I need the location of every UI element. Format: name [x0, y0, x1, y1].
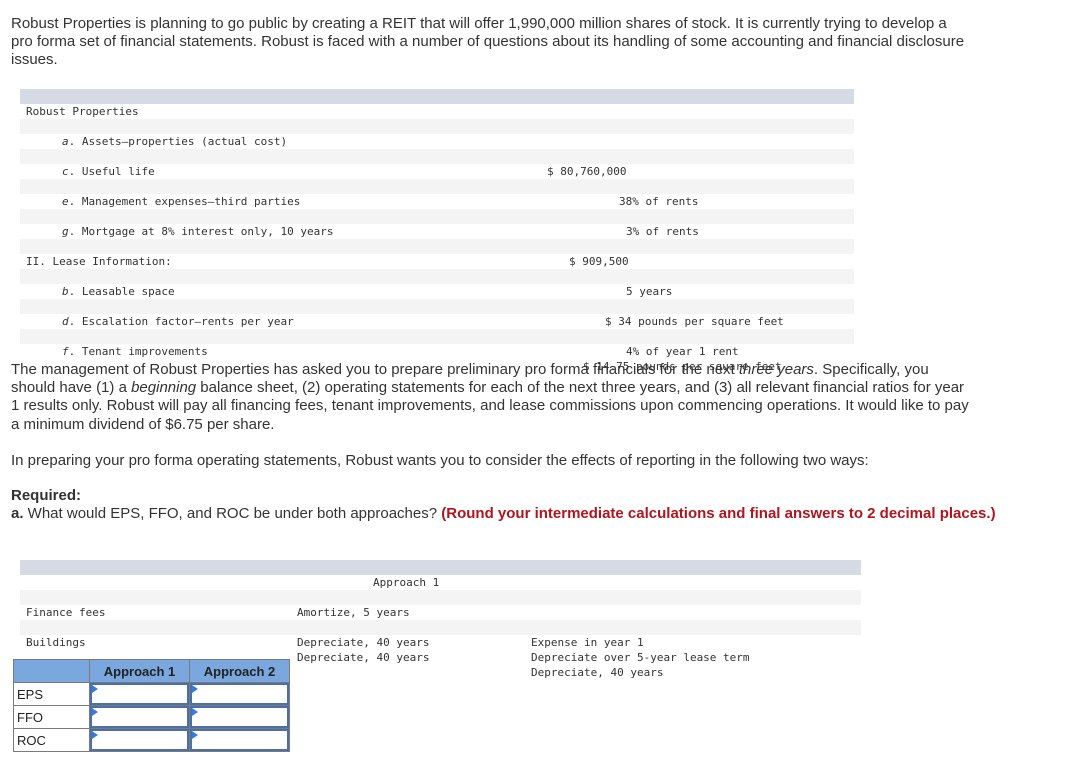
emphasis: three years	[738, 361, 814, 378]
ffo-approach-2-input[interactable]	[190, 706, 289, 728]
info-row: h. Financing fees $ 909,500	[20, 224, 854, 268]
approach-1-value: Depreciate, 40 years	[297, 636, 430, 649]
answer-grid-header: Approach 1 Approach 2	[13, 659, 290, 683]
approach-2-column-header: Approach 2	[189, 659, 290, 683]
approaches-row: Tenant improvements Depreciate, 40 years…	[20, 605, 861, 664]
roc-approach-2-input[interactable]	[190, 729, 289, 751]
approaches-header-row: Approach 1 Approach 2	[20, 560, 861, 604]
input-marker-icon	[92, 708, 98, 716]
input-marker-icon	[192, 731, 198, 739]
item-name: Buildings	[26, 636, 86, 649]
required-heading: Required:	[11, 487, 82, 504]
info-row: b. Leasable space 1,000,000 square feet	[20, 269, 854, 313]
approach-1-value: Depreciate, 40 years	[297, 651, 430, 664]
item-label: . Tenant improvements	[68, 345, 208, 358]
part-label: a.	[11, 505, 24, 523]
eps-approach-2-input[interactable]	[190, 683, 289, 705]
info-row: d. Escalation factor—rents per year 5%	[20, 299, 854, 343]
input-marker-icon	[92, 685, 98, 693]
approach-2-value: Depreciate over 5-year lease term	[531, 651, 750, 664]
approaches-row: Buildings Depreciate, 40 years Depreciat…	[20, 620, 861, 679]
info-row: e. Management expenses—third parties 5% …	[20, 179, 854, 223]
answer-grid: Approach 1 Approach 2 EPS FFO ROC	[13, 659, 290, 752]
section-1-header-row: I. Major Financial Information:	[20, 104, 854, 133]
info-row: c. Useful life 40 years	[20, 149, 854, 193]
info-row: f. Tenant improvements $ 14.75 pounds pe…	[20, 329, 854, 373]
eps-approach-1-input[interactable]	[90, 683, 189, 705]
intro-paragraph: Robust Properties is planning to go publ…	[11, 15, 965, 69]
roc-approach-1-input[interactable]	[90, 729, 189, 751]
approaches-table: Approach 1 Approach 2 Lease commissions …	[20, 560, 861, 679]
required-section: Required: a. What would EPS, FFO, and RO…	[11, 487, 1011, 523]
answer-row-ffo: FFO	[13, 705, 290, 729]
emphasis: beginning	[131, 379, 197, 397]
answer-row-eps: EPS	[13, 682, 290, 706]
row-label: ROC	[13, 728, 90, 752]
info-row: e. Lease commissions 4% of year 1 rent	[20, 314, 854, 358]
input-marker-icon	[192, 685, 198, 693]
preparing-paragraph: In preparing your pro forma operating st…	[11, 452, 869, 469]
corner-cell	[13, 659, 90, 683]
question-text: What would EPS, FFO, and ROC be under bo…	[23, 505, 442, 523]
info-row: d. Operating expenses 38% of rents	[20, 164, 854, 208]
item-value: 4% of year 1 rent	[626, 345, 739, 358]
row-label: FFO	[13, 705, 90, 729]
row-label: EPS	[13, 682, 90, 706]
info-row: c. Base rents (year 1) $ 34 pounds per s…	[20, 284, 854, 328]
input-marker-icon	[92, 731, 98, 739]
approach-1-column-header: Approach 1	[89, 659, 190, 683]
approach-2-value: Depreciate, 40 years	[531, 666, 664, 679]
info-row: g. Mortgage at 8% interest only, 10 year…	[20, 209, 854, 253]
info-title-row: Robust Properties	[20, 89, 854, 118]
rounding-instruction: (Round your intermediate calculations an…	[441, 505, 996, 523]
info-row: b. Depreciable basis—buildings only $ 80…	[20, 134, 854, 178]
approaches-row: Finance fees Amortize, 10 years Expense …	[20, 590, 861, 649]
management-paragraph: The management of Robust Properties has …	[11, 361, 971, 434]
approaches-row: Lease commissions Amortize, 5 years Expe…	[20, 575, 861, 634]
text: The management of Robust Properties has …	[11, 361, 739, 378]
input-marker-icon	[192, 708, 198, 716]
item-letter: f	[62, 345, 69, 358]
answer-row-roc: ROC	[13, 728, 290, 752]
ffo-approach-1-input[interactable]	[90, 706, 189, 728]
financial-info-table: Robust Properties I. Major Financial Inf…	[20, 89, 854, 373]
section-2-header-row: II. Lease Information:	[20, 239, 854, 268]
info-row: a. Average lease term 5 years	[20, 254, 854, 298]
approach-2-value: Expense in year 1	[531, 636, 644, 649]
required-question: a. What would EPS, FFO, and ROC be under…	[11, 505, 1011, 523]
info-row: a. Assets—properties (actual cost) $ 100…	[20, 119, 854, 163]
info-row: f. General and administrative expenses 3…	[20, 194, 854, 238]
